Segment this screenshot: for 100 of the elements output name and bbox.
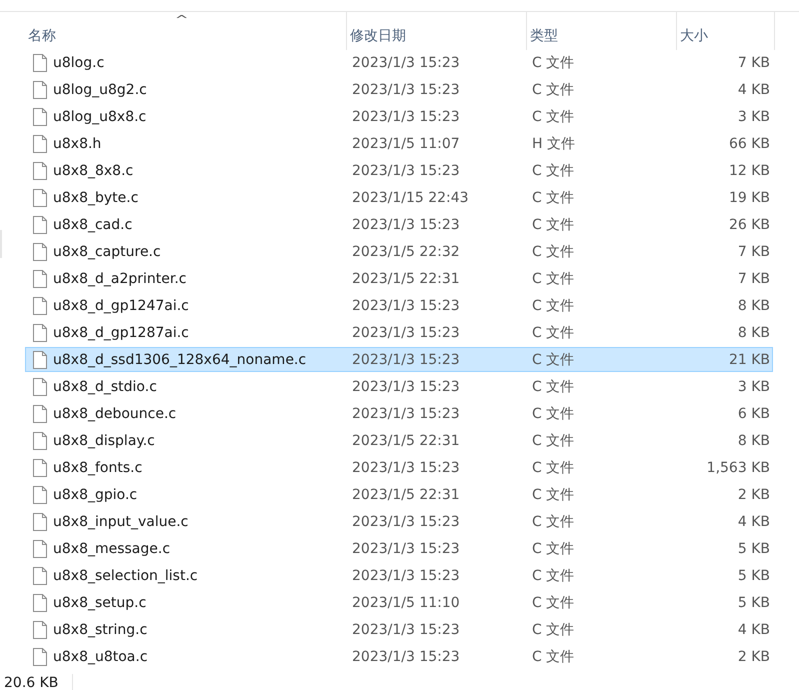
- file-name: u8x8_capture.c: [53, 244, 161, 260]
- file-icon: [33, 648, 47, 666]
- modified-date: 2023/1/5 11:07: [351, 136, 461, 152]
- modified-date: 2023/1/3 15:23: [351, 298, 461, 314]
- file-name: u8x8_u8toa.c: [53, 648, 148, 664]
- file-size: 66 KB: [728, 136, 771, 152]
- modified-date: 2023/1/5 22:31: [351, 486, 461, 502]
- file-row[interactable]: u8x8.h 2023/1/5 11:07 H 文件 66 KB: [25, 131, 773, 156]
- file-size: 2 KB: [736, 486, 771, 502]
- modified-date: 2023/1/3 15:23: [351, 378, 461, 394]
- file-row[interactable]: u8x8_d_gp1287ai.c 2023/1/3 15:23 C 文件 8 KB: [25, 320, 773, 345]
- file-name: u8x8_d_ssd1306_128x64_noname.c: [53, 352, 306, 368]
- file-icon: [33, 620, 47, 638]
- modified-date: 2023/1/3 15:23: [351, 568, 461, 584]
- file-name: u8x8_byte.c: [53, 190, 138, 206]
- modified-date: 2023/1/15 22:43: [351, 190, 470, 206]
- modified-date: 2023/1/3 15:23: [351, 540, 461, 556]
- modified-date: 2023/1/3 15:23: [351, 352, 461, 368]
- file-icon: [33, 134, 47, 152]
- file-type: C 文件: [531, 404, 576, 422]
- file-row[interactable]: u8x8_gpio.c 2023/1/5 22:31 C 文件 2 KB: [25, 482, 773, 507]
- sort-indicator: ^: [174, 13, 189, 26]
- modified-date: 2023/1/3 15:23: [351, 622, 461, 638]
- file-row[interactable]: u8x8_d_gp1247ai.c 2023/1/3 15:23 C 文件 8 KB: [25, 293, 773, 318]
- file-name: u8x8_message.c: [53, 540, 170, 556]
- file-icon: [33, 512, 47, 530]
- file-row[interactable]: u8log_u8g2.c 2023/1/3 15:23 C 文件 4 KB: [25, 77, 773, 102]
- file-name: u8x8_debounce.c: [53, 406, 176, 422]
- file-name: u8x8_display.c: [53, 432, 155, 448]
- file-name: u8x8_string.c: [53, 622, 148, 638]
- file-name: u8log_u8x8.c: [53, 108, 146, 124]
- file-icon: [33, 404, 47, 422]
- file-row[interactable]: u8x8_fonts.c 2023/1/3 15:23 C 文件 1,563 KB: [25, 455, 773, 480]
- file-type: C 文件: [531, 54, 576, 72]
- file-icon: [33, 80, 47, 98]
- file-size: 7 KB: [736, 244, 771, 260]
- modified-date: 2023/1/3 15:23: [351, 460, 461, 476]
- modified-date: 2023/1/3 15:23: [351, 82, 461, 98]
- file-icon: [33, 432, 47, 450]
- status-size: 20.6 KB: [4, 675, 58, 690]
- file-icon: [33, 242, 47, 260]
- file-row[interactable]: u8x8_debounce.c 2023/1/3 15:23 C 文件 6 KB: [25, 401, 773, 426]
- file-row[interactable]: u8x8_selection_list.c 2023/1/3 15:23 C 文件 5 KB: [25, 563, 773, 588]
- file-icon: [33, 324, 47, 342]
- modified-date: 2023/1/3 15:23: [351, 54, 461, 70]
- modified-date: 2023/1/3 15:23: [351, 216, 461, 232]
- modified-date: 2023/1/5 22:32: [351, 244, 461, 260]
- file-icon: [33, 270, 47, 288]
- file-size: 8 KB: [736, 298, 771, 314]
- file-icon: [33, 566, 47, 584]
- file-row[interactable]: u8x8_d_ssd1306_128x64_noname.c 2023/1/3 15:23 C 文件 21 KB: [25, 347, 773, 372]
- file-type: C 文件: [531, 540, 576, 558]
- file-row[interactable]: u8log_u8x8.c 2023/1/3 15:23 C 文件 3 KB: [25, 104, 773, 129]
- file-row[interactable]: u8log.c 2023/1/3 15:23 C 文件 7 KB: [25, 50, 773, 75]
- file-type: C 文件: [531, 350, 576, 368]
- modified-date: 2023/1/3 15:23: [351, 108, 461, 124]
- file-row[interactable]: u8x8_8x8.c 2023/1/3 15:23 C 文件 12 KB: [25, 158, 773, 183]
- file-name: u8x8_selection_list.c: [53, 568, 198, 584]
- file-type: C 文件: [531, 432, 576, 450]
- file-row[interactable]: u8x8_input_value.c 2023/1/3 15:23 C 文件 4 KB: [25, 509, 773, 534]
- file-type: C 文件: [531, 620, 576, 638]
- file-row[interactable]: u8x8_u8toa.c 2023/1/3 15:23 C 文件 2 KB: [25, 644, 773, 669]
- file-row[interactable]: u8x8_display.c 2023/1/5 22:31 C 文件 8 KB: [25, 428, 773, 453]
- file-row[interactable]: u8x8_setup.c 2023/1/5 11:10 C 文件 5 KB: [25, 590, 773, 615]
- file-size: 3 KB: [736, 378, 771, 394]
- file-icon: [33, 540, 47, 558]
- file-type: C 文件: [531, 648, 576, 666]
- file-row[interactable]: u8x8_d_a2printer.c 2023/1/5 22:31 C 文件 7 KB: [25, 266, 773, 291]
- file-type: C 文件: [531, 378, 576, 396]
- modified-date: 2023/1/3 15:23: [351, 514, 461, 530]
- file-name: u8x8_d_stdio.c: [53, 378, 157, 394]
- file-name: u8x8_fonts.c: [53, 460, 142, 476]
- file-size: 8 KB: [736, 432, 771, 448]
- file-type: C 文件: [531, 296, 576, 314]
- column-header[interactable]: 大小: [677, 12, 775, 50]
- file-icon: [33, 486, 47, 504]
- file-type: C 文件: [531, 594, 576, 612]
- file-row[interactable]: u8x8_d_stdio.c 2023/1/3 15:23 C 文件 3 KB: [25, 374, 773, 399]
- modified-date: 2023/1/5 11:10: [351, 594, 461, 610]
- column-header[interactable]: 修改日期: [347, 12, 527, 50]
- file-row[interactable]: u8x8_capture.c 2023/1/5 22:32 C 文件 7 KB: [25, 239, 773, 264]
- file-size: 6 KB: [736, 406, 771, 422]
- file-size: 3 KB: [736, 108, 771, 124]
- file-size: 26 KB: [728, 216, 771, 232]
- file-icon: [33, 594, 47, 612]
- file-size: 4 KB: [736, 82, 771, 98]
- file-name: u8x8.h: [53, 136, 102, 152]
- file-row[interactable]: u8x8_cad.c 2023/1/3 15:23 C 文件 26 KB: [25, 212, 773, 237]
- file-size: 21 KB: [728, 352, 771, 368]
- column-header[interactable]: 类型: [527, 12, 677, 50]
- file-row[interactable]: u8x8_string.c 2023/1/3 15:23 C 文件 4 KB: [25, 617, 773, 642]
- file-icon: [33, 378, 47, 396]
- file-size: 5 KB: [736, 594, 771, 610]
- file-type: H 文件: [531, 134, 576, 152]
- file-row[interactable]: u8x8_byte.c 2023/1/15 22:43 C 文件 19 KB: [25, 185, 773, 210]
- file-row[interactable]: u8x8_message.c 2023/1/3 15:23 C 文件 5 KB: [25, 536, 773, 561]
- file-type: C 文件: [531, 324, 576, 342]
- file-name: u8x8_cad.c: [53, 216, 132, 232]
- file-size: 12 KB: [728, 162, 771, 178]
- file-icon: [33, 54, 47, 72]
